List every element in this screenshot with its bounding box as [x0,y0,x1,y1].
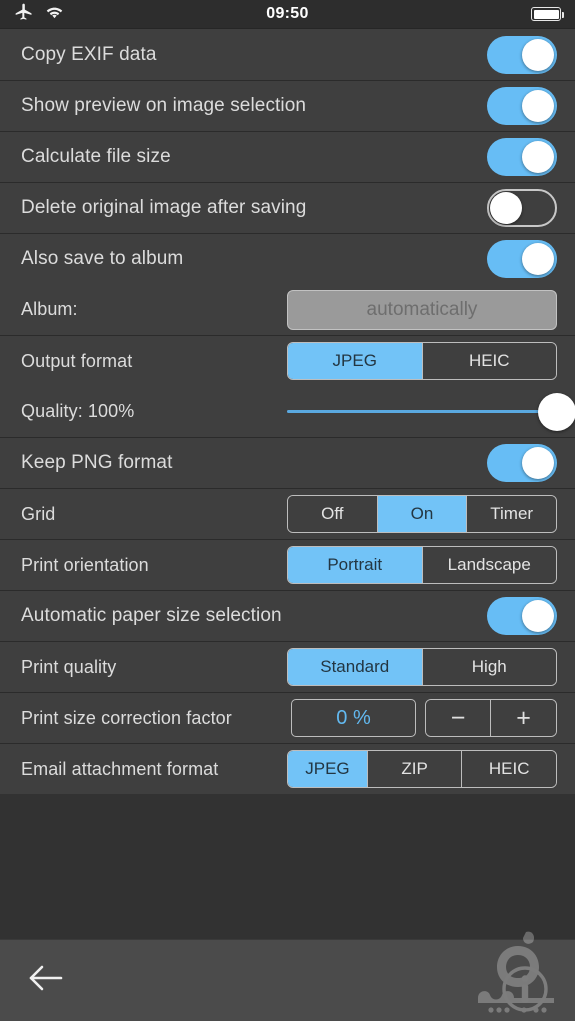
status-bar: 09:50 [0,0,575,28]
row-label: Keep PNG format [21,452,173,473]
row-control [287,392,575,431]
battery-icon [531,7,564,21]
row-label: Automatic paper size selection [21,605,282,626]
row-label: Print quality [21,656,117,677]
toggle-knob [522,600,554,632]
stepper-increment-button[interactable]: + [491,700,556,736]
settings-row-keep-png-format[interactable]: Keep PNG format [0,437,575,488]
album-name-placeholder: automatically [366,298,478,320]
segment-print-orientation-landscape[interactable]: Landscape [422,547,556,583]
row-control: JPEG ZIP HEIC [287,750,557,788]
row-control [487,35,557,74]
segment-print-quality-standard[interactable]: Standard [288,649,423,685]
toggle-knob [522,243,554,275]
row-label: Print orientation [21,554,149,575]
segment-output-format-jpeg[interactable]: JPEG [288,343,423,379]
toggle-calculate-file-size[interactable] [487,138,557,176]
segment-output-format-heic[interactable]: HEIC [422,343,556,379]
row-control [487,138,557,176]
row-control: Off On Timer [287,495,557,533]
bottom-toolbar [0,931,575,1021]
settings-row-copy-exif-data[interactable]: Copy EXIF data [0,29,575,80]
toggle-knob [522,38,554,71]
settings-row-output-format[interactable]: Output format JPEG HEIC [0,335,575,386]
segmented-output-format[interactable]: JPEG HEIC [287,342,557,380]
row-control: automatically [287,289,557,330]
segment-email-format-jpeg[interactable]: JPEG [288,751,368,787]
settings-row-quality[interactable]: Quality: 100% [0,386,575,437]
settings-screen: 09:50 Copy EXIF data Show preview on ima… [0,0,575,1021]
airplane-mode-icon [14,2,34,27]
empty-area [0,794,575,939]
print-size-correction-stepper: 0 % − + [291,699,557,737]
segment-email-format-heic[interactable]: HEIC [462,751,556,787]
segment-email-format-zip[interactable]: ZIP [367,751,463,787]
toggle-automatic-paper-size[interactable] [487,597,557,635]
quality-slider[interactable] [287,392,575,431]
segment-print-quality-high[interactable]: High [422,649,556,685]
segmented-email-attachment-format[interactable]: JPEG ZIP HEIC [287,750,557,788]
toggle-copy-exif-data[interactable] [487,35,557,74]
settings-row-grid[interactable]: Grid Off On Timer [0,488,575,539]
wifi-icon [44,2,65,27]
row-label: Grid [21,503,56,524]
settings-list: Copy EXIF data Show preview on image sel… [0,28,575,794]
segmented-print-quality[interactable]: Standard High [287,648,557,686]
row-control: JPEG HEIC [287,342,557,380]
row-label: Calculate file size [21,146,171,167]
row-control: 0 % − + [291,699,557,737]
settings-row-show-preview[interactable]: Show preview on image selection [0,80,575,131]
row-label: Album: [21,299,78,319]
row-label: Output format [21,350,133,371]
segmented-grid[interactable]: Off On Timer [287,495,557,533]
toggle-show-preview[interactable] [487,87,557,125]
settings-row-album[interactable]: Album: automatically [0,284,575,335]
settings-row-print-quality[interactable]: Print quality Standard High [0,641,575,692]
row-control [487,597,557,635]
row-label: Show preview on image selection [21,95,307,116]
status-bar-clock: 09:50 [266,5,309,22]
toggle-knob [522,447,554,479]
settings-row-print-size-correction[interactable]: Print size correction factor 0 % − + [0,692,575,743]
settings-row-email-attachment-format[interactable]: Email attachment format JPEG ZIP HEIC [0,743,575,794]
stepper-buttons: − + [425,699,557,737]
back-button[interactable] [22,957,70,1005]
album-name-input[interactable]: automatically [287,289,557,330]
segment-grid-on[interactable]: On [377,496,468,532]
row-control [487,189,557,227]
row-control: Standard High [287,648,557,686]
settings-row-delete-original-image[interactable]: Delete original image after saving [0,182,575,233]
slider-thumb[interactable] [538,392,575,431]
toggle-also-save-to-album[interactable] [487,240,557,278]
row-control: Portrait Landscape [287,546,557,584]
slider-fill [287,410,557,413]
row-label: Also save to album [21,248,184,269]
stepper-value: 0 % [291,699,416,737]
status-bar-left-icons [14,2,65,27]
toggle-knob [490,192,522,224]
toggle-keep-png-format[interactable] [487,444,557,482]
settings-row-calculate-file-size[interactable]: Calculate file size [0,131,575,182]
settings-row-automatic-paper-size[interactable]: Automatic paper size selection [0,590,575,641]
toggle-delete-original-image[interactable] [487,189,557,227]
row-label: Delete original image after saving [21,197,307,218]
back-arrow-icon [27,963,65,998]
toggle-knob [522,90,554,122]
segment-print-orientation-portrait[interactable]: Portrait [288,547,423,583]
row-label: Quality: 100% [21,401,135,421]
segment-grid-off[interactable]: Off [288,496,378,532]
row-control [487,87,557,125]
toggle-knob [522,141,554,173]
stepper-decrement-button[interactable]: − [426,700,491,736]
row-label: Print size correction factor [21,707,232,728]
segmented-print-orientation[interactable]: Portrait Landscape [287,546,557,584]
status-bar-right-icons [531,7,564,21]
row-control [487,240,557,278]
settings-row-also-save-to-album[interactable]: Also save to album [0,233,575,284]
segment-grid-timer[interactable]: Timer [467,496,556,532]
settings-row-print-orientation[interactable]: Print orientation Portrait Landscape [0,539,575,590]
row-label: Email attachment format [21,758,219,779]
row-control [487,444,557,482]
row-label: Copy EXIF data [21,43,157,65]
